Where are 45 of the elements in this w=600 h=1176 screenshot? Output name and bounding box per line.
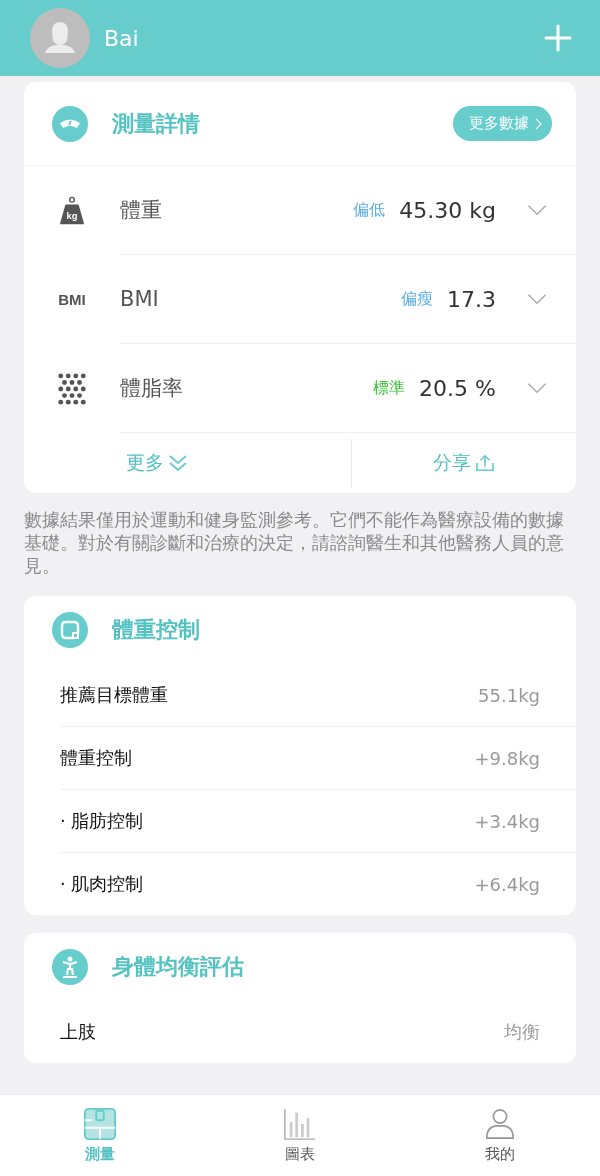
add-icon[interactable] [544,24,572,52]
row-value: 均衡 [504,1020,540,1044]
row-value: +9.8kg [474,747,540,769]
metric-row[interactable]: kg 體重 偏低 45.30 kg [24,166,576,255]
metric-status: 標準 [373,377,406,399]
metric-name: 體重 [120,197,163,224]
scale-icon [52,612,88,648]
dots-icon [57,371,87,406]
row-label: 體重控制 [60,746,132,770]
metric-value: 45.30 kg [399,197,496,223]
scale-icon [83,1107,117,1141]
double-chevron-icon [168,454,188,472]
section-title: 體重控制 [112,616,201,644]
row-value: +6.4kg [474,873,540,895]
row-label: · 肌肉控制 [60,872,144,896]
person-icon [483,1107,517,1141]
metric-status: 偏瘦 [401,288,433,310]
row-value: +3.4kg [474,810,540,832]
chevron-icon[interactable] [526,382,548,394]
avatar-icon[interactable] [30,8,90,68]
gauge-icon [52,105,88,142]
chevron-icon [535,117,542,130]
section-title: 身體均衡評估 [112,953,245,981]
bar-chart-icon [283,1107,317,1141]
metric-name: 體脂率 [120,375,184,402]
user-name: Bai [104,25,140,51]
share-icon [474,454,495,472]
metric-name: BMI [120,287,160,311]
chevron-icon[interactable] [526,204,548,216]
metric-status: 偏低 [353,199,386,221]
tab[interactable]: 我的 [440,1095,560,1176]
tab[interactable]: 圖表 [240,1095,360,1176]
chevron-icon[interactable] [526,293,548,305]
card-title: 測量詳情 [112,109,201,138]
metric-value: 20.5 % [419,375,496,401]
row-label: 推薦目標體重 [60,683,168,707]
metric-row[interactable]: BMI BMI 偏瘦 17.3 [24,255,576,344]
metric-value: 17.3 [447,286,496,312]
disclaimer-text: 數據結果僅用於運動和健身監測參考。它們不能作為醫療設備的數據基礎。對於有關診斷和治療的決定，請諮詢醫生和其他醫務人員的意見。 [24,509,565,578]
row-value: 55.1kg [478,684,540,706]
person-icon [52,949,88,985]
row-label: · 脂肪控制 [60,809,144,833]
metric-row[interactable]: 體脂率 標準 20.5 % [24,344,576,433]
row-label: 上肢 [60,1020,96,1044]
bmi-icon: BMI [58,291,86,308]
